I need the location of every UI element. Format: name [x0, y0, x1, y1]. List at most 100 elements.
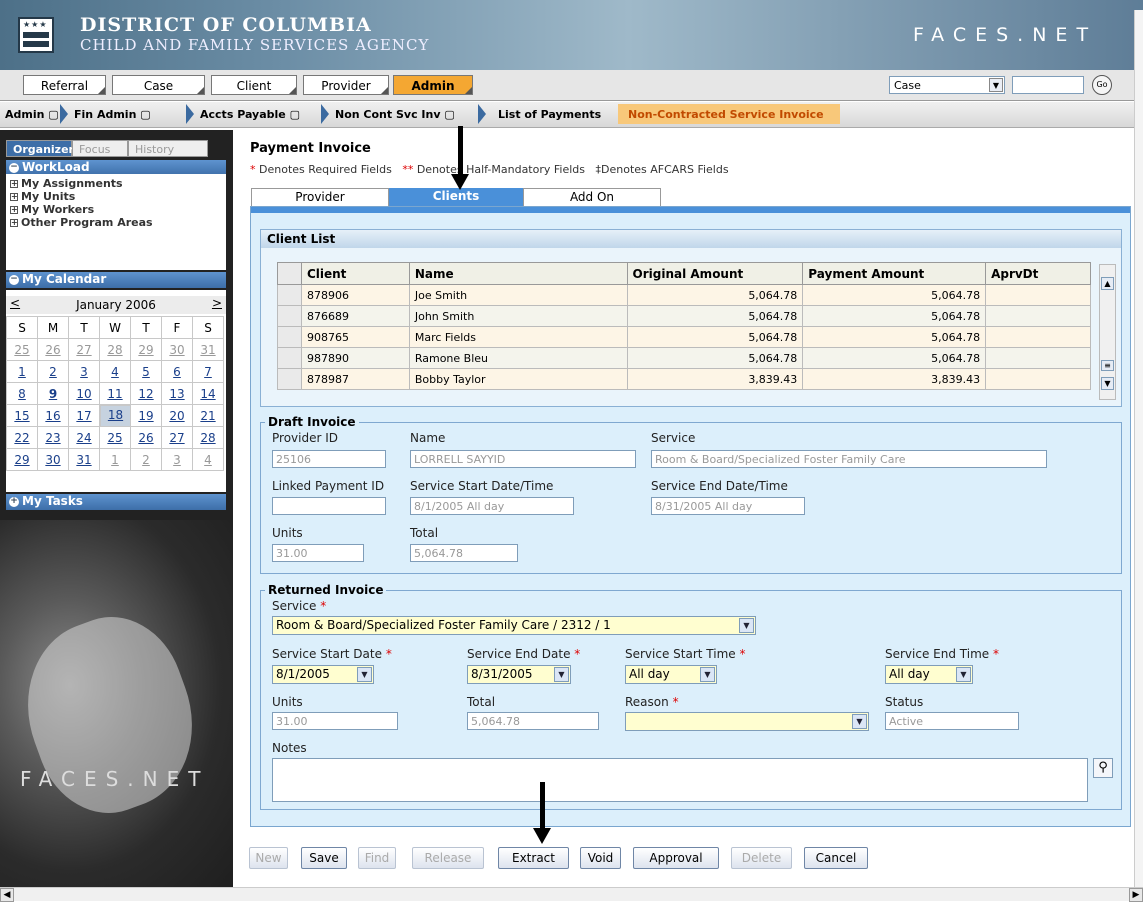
calendar-day[interactable]: 30	[161, 338, 193, 361]
row-selector[interactable]	[277, 305, 302, 327]
calendar-day[interactable]: 25	[6, 338, 38, 361]
linked-payment-id-field[interactable]	[272, 497, 386, 515]
nav-tab-referral[interactable]: Referral	[23, 75, 106, 95]
row-selector[interactable]	[277, 347, 302, 369]
collapse-icon[interactable]: −	[9, 163, 19, 173]
breadcrumb-accts-payable[interactable]: Accts Payable ▢	[200, 108, 300, 121]
nav-tab-client[interactable]: Client	[211, 75, 297, 95]
save-button[interactable]: Save	[301, 847, 347, 869]
service-end-time-select[interactable]: All day ▼	[885, 665, 973, 684]
row-selector[interactable]	[277, 284, 302, 306]
breadcrumb-admin[interactable]: Admin ▢	[5, 108, 59, 121]
chevron-down-icon[interactable]: ▼	[700, 667, 715, 682]
client-list-scrollbar[interactable]: ▲ ≡ ▼	[1099, 264, 1116, 400]
notes-textarea[interactable]	[272, 758, 1088, 802]
row-selector[interactable]	[277, 368, 302, 390]
table-row[interactable]: 878987 Bobby Taylor 3,839.43 3,839.43	[277, 368, 1091, 390]
void-button[interactable]: Void	[580, 847, 621, 869]
scroll-left-icon[interactable]: ◀	[0, 888, 14, 902]
calendar-day[interactable]: 13	[161, 382, 193, 405]
calendar-day[interactable]: 31	[68, 448, 100, 471]
draft-units-field[interactable]: 31.00	[272, 544, 364, 562]
service-end-datetime-field[interactable]: 8/31/2005 All day	[651, 497, 805, 515]
calendar-day[interactable]: 27	[68, 338, 100, 361]
reason-select[interactable]: ▼	[625, 712, 869, 731]
calendar-day[interactable]: 31	[192, 338, 224, 361]
service-start-time-select[interactable]: All day ▼	[625, 665, 717, 684]
workload-item-my-units[interactable]: + My Units	[10, 190, 75, 203]
service-start-date-select[interactable]: 8/1/2005 ▼	[272, 665, 374, 684]
calendar-day[interactable]: 9	[37, 382, 69, 405]
calendar-header[interactable]: − My Calendar	[6, 272, 226, 288]
calendar-day[interactable]: 21	[192, 404, 224, 427]
nav-tab-case[interactable]: Case	[112, 75, 205, 95]
go-button[interactable]: Go	[1092, 75, 1112, 95]
extract-button[interactable]: Extract	[498, 847, 569, 869]
calendar-day[interactable]: 23	[37, 426, 69, 449]
calendar-day[interactable]: 28	[99, 338, 131, 361]
calendar-day[interactable]: 3	[161, 448, 193, 471]
scroll-up-icon[interactable]: ▲	[1101, 277, 1114, 290]
calendar-day[interactable]: 28	[192, 426, 224, 449]
status-field[interactable]: Active	[885, 712, 1019, 730]
chevron-down-icon[interactable]: ▼	[739, 618, 754, 633]
calendar-day[interactable]: 1	[6, 360, 38, 383]
magnifier-icon[interactable]: ⚲	[1093, 758, 1113, 778]
chevron-down-icon[interactable]: ▼	[554, 667, 569, 682]
calendar-day[interactable]: 3	[68, 360, 100, 383]
column-header[interactable]: Name	[408, 262, 628, 285]
calendar-day[interactable]: 15	[6, 404, 38, 427]
calendar-day[interactable]: 22	[6, 426, 38, 449]
calendar-prev-month[interactable]: <	[10, 296, 20, 310]
chevron-down-icon[interactable]: ▼	[956, 667, 971, 682]
cancel-button[interactable]: Cancel	[804, 847, 868, 869]
nav-tab-admin[interactable]: Admin	[393, 75, 473, 95]
returned-service-select[interactable]: Room & Board/Specialized Foster Family C…	[272, 616, 756, 635]
table-row[interactable]: 908765 Marc Fields 5,064.78 5,064.78	[277, 326, 1091, 348]
returned-total-field[interactable]: 5,064.78	[467, 712, 599, 730]
workload-item-other-program-areas[interactable]: + Other Program Areas	[10, 216, 153, 229]
breadcrumb-fin-admin[interactable]: Fin Admin ▢	[74, 108, 151, 121]
calendar-day[interactable]: 17	[68, 404, 100, 427]
calendar-day[interactable]: 29	[130, 338, 162, 361]
sidebar-tab-focus[interactable]: Focus	[72, 140, 128, 157]
calendar-day[interactable]: 16	[37, 404, 69, 427]
calendar-day[interactable]: 19	[130, 404, 162, 427]
calendar-day[interactable]: 8	[6, 382, 38, 405]
calendar-day[interactable]: 27	[161, 426, 193, 449]
breadcrumb-list-of-payments[interactable]: List of Payments	[498, 108, 601, 121]
column-header[interactable]: Payment Amount	[802, 262, 987, 285]
calendar-day[interactable]: 4	[99, 360, 131, 383]
find-button[interactable]: Find	[358, 847, 396, 869]
service-end-date-select[interactable]: 8/31/2005 ▼	[467, 665, 571, 684]
provider-name-field[interactable]: LORRELL SAYYID	[410, 450, 636, 468]
calendar-day[interactable]: 18	[100, 405, 131, 427]
service-field[interactable]: Room & Board/Specialized Foster Family C…	[651, 450, 1047, 468]
calendar-day[interactable]: 24	[68, 426, 100, 449]
search-input[interactable]	[1012, 76, 1084, 94]
returned-units-field[interactable]: 31.00	[272, 712, 398, 730]
calendar-day[interactable]: 26	[130, 426, 162, 449]
scroll-down-icon[interactable]: ▼	[1101, 377, 1114, 390]
collapse-icon[interactable]: −	[9, 275, 19, 285]
horizontal-scrollbar[interactable]: ◀ ▶	[0, 887, 1143, 902]
calendar-day[interactable]: 10	[68, 382, 100, 405]
calendar-day[interactable]: 30	[37, 448, 69, 471]
calendar-day[interactable]: 26	[37, 338, 69, 361]
new-button[interactable]: New	[249, 847, 288, 869]
tab-clients[interactable]: Clients	[389, 188, 523, 206]
tasks-header[interactable]: + My Tasks	[6, 494, 226, 510]
column-header[interactable]: AprvDt	[985, 262, 1091, 285]
service-start-datetime-field[interactable]: 8/1/2005 All day	[410, 497, 574, 515]
chevron-down-icon[interactable]: ▼	[989, 78, 1003, 92]
column-header[interactable]: Client	[300, 262, 410, 285]
sidebar-tab-organizer[interactable]: Organizer	[6, 140, 74, 157]
calendar-day[interactable]: 20	[161, 404, 193, 427]
calendar-day[interactable]: 12	[130, 382, 162, 405]
search-type-select[interactable]: Case ▼	[889, 76, 1005, 94]
calendar-day[interactable]: 2	[130, 448, 162, 471]
scroll-thumb[interactable]: ≡	[1101, 360, 1114, 371]
calendar-day[interactable]: 2	[37, 360, 69, 383]
calendar-day[interactable]: 1	[99, 448, 131, 471]
approval-button[interactable]: Approval	[633, 847, 719, 869]
